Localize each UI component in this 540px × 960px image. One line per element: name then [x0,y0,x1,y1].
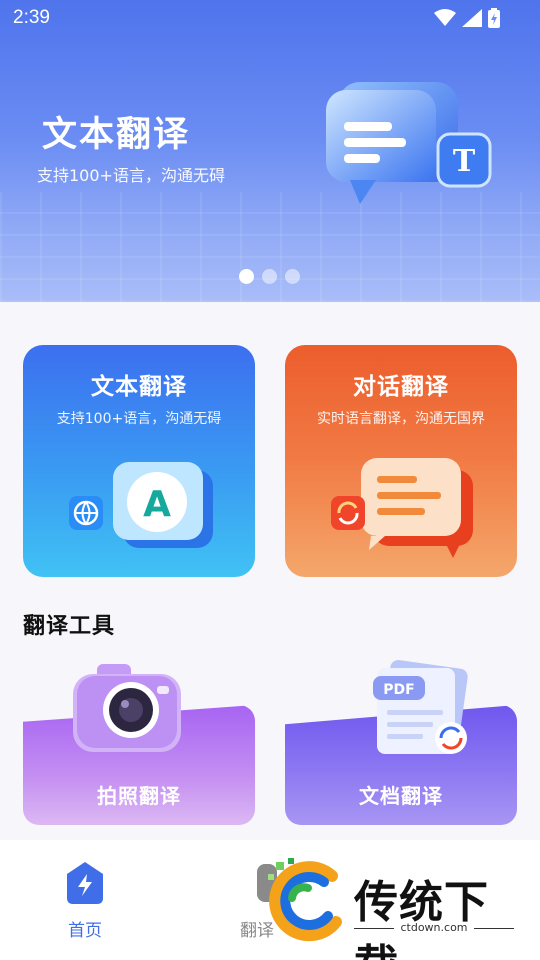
card-title: 文本翻译 [91,374,187,400]
card-icon-letter: A [143,484,171,525]
dialog-translate-icon [331,458,473,558]
status-icons [434,8,500,28]
banner-subtitle: 支持100+语言，沟通无碍 [37,166,225,185]
wifi-icon [434,9,456,26]
tool-label: 文档翻译 [359,784,443,808]
card-subtitle: 实时语言翻译，沟通无国界 [317,411,485,427]
signal-icon [462,9,482,27]
dialog-translate-card[interactable]: 对话翻译 实时语言翻译，沟通无国界 [285,345,517,577]
tool-label: 拍照翻译 [97,784,181,808]
status-time: 2:39 [13,7,50,28]
card-subtitle: 支持100+语言，沟通无碍 [56,411,222,427]
home-icon [67,862,103,904]
watermark-logo: 传统下载 ctdown.com [262,858,532,960]
pdf-document-icon: PDF [373,660,468,754]
nav-label-home: 首页 [68,921,102,941]
battery-icon [488,8,500,28]
watermark-line-right [474,928,514,929]
section-title-tools: 翻译工具 [23,614,116,639]
nav-item-home[interactable]: 首页 [56,862,114,941]
carousel-dot[interactable] [262,269,277,284]
chat-bubble-icon: T [326,82,492,204]
carousel-dot-active[interactable] [239,269,254,284]
text-translate-card[interactable]: 文本翻译 支持100+语言，沟通无碍 A [23,345,255,577]
watermark-c-logo-icon [268,858,342,942]
camera-icon [73,664,181,752]
status-bar: 2:39 [0,0,540,36]
carousel-dot[interactable] [285,269,300,284]
banner-carousel[interactable]: 2:39 文本翻译 支持100+语言，沟通无碍 T [0,0,540,302]
banner-illus-letter: T [453,144,476,179]
watermark-brand: 传统下载 [354,877,489,960]
banner-title: 文本翻译 [42,115,191,155]
doc-translate-card[interactable]: PDF 文档翻译 [285,650,517,825]
text-translate-icon: A [69,462,213,548]
pdf-badge-text: PDF [383,682,414,698]
photo-translate-card[interactable]: 拍照翻译 [23,650,255,825]
card-title: 对话翻译 [353,374,449,400]
carousel-indicator [239,269,300,284]
